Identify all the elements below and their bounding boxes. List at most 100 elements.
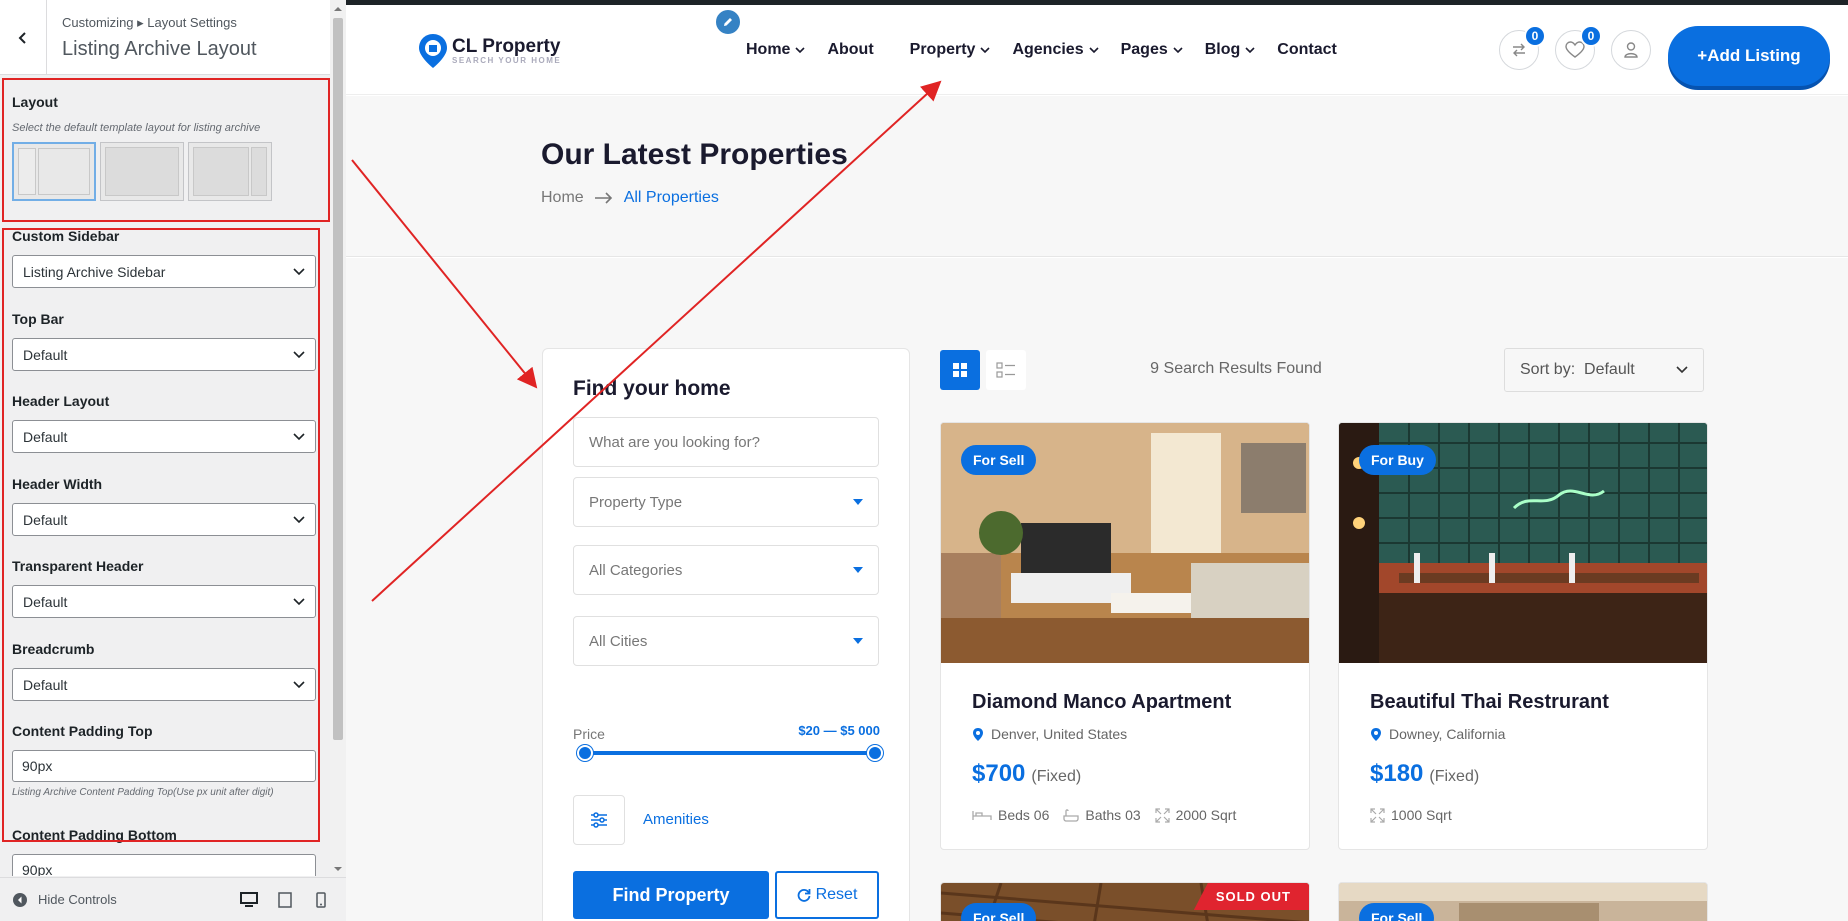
customizer-scrollbar[interactable] bbox=[330, 0, 346, 877]
breadcrumb: Home All Properties bbox=[541, 189, 719, 207]
chevron-down-icon bbox=[1173, 46, 1183, 53]
transparent-header-select[interactable]: Default bbox=[12, 585, 316, 618]
breadcrumb-home-link[interactable]: Home bbox=[541, 189, 584, 207]
baths-text: Baths 03 bbox=[1085, 807, 1141, 823]
nav-item-property[interactable]: Property bbox=[910, 41, 991, 59]
nav-item-contact[interactable]: Contact bbox=[1277, 41, 1337, 59]
bath-icon bbox=[1063, 809, 1080, 822]
collapse-arrow-icon bbox=[13, 892, 27, 907]
nav-item-blog[interactable]: Blog bbox=[1205, 41, 1256, 59]
grid-view-button[interactable] bbox=[940, 350, 980, 390]
layout-option-no-sidebar[interactable] bbox=[100, 142, 184, 201]
price-slider-max-handle[interactable] bbox=[867, 745, 883, 761]
nav-label: Blog bbox=[1204, 41, 1241, 58]
wishlist-button[interactable]: 0 bbox=[1555, 25, 1602, 70]
caret-down-icon bbox=[853, 499, 863, 505]
add-listing-button[interactable]: +Add Listing bbox=[1668, 26, 1830, 86]
nav-label: Contact bbox=[1277, 41, 1337, 58]
list-view-button[interactable] bbox=[986, 350, 1026, 390]
nav-item-about[interactable]: About bbox=[827, 41, 873, 59]
result-count: 9 Search Results Found bbox=[1150, 360, 1322, 377]
amenities-toggle-button[interactable] bbox=[573, 795, 625, 845]
property-image-interior[interactable]: For Sell bbox=[1339, 883, 1707, 921]
property-card[interactable]: For Sell bbox=[1338, 882, 1708, 921]
categories-select[interactable]: All Categories bbox=[573, 545, 879, 595]
nav-item-pages[interactable]: Pages bbox=[1121, 41, 1183, 59]
scrollbar-thumb[interactable] bbox=[333, 18, 343, 740]
breadcrumb-select[interactable]: Default bbox=[12, 668, 316, 701]
listing-status-tag: For Sell bbox=[1359, 903, 1435, 921]
transparent-header-label: Transparent Header bbox=[12, 558, 144, 574]
header-width-select[interactable]: Default bbox=[12, 503, 316, 536]
area-meta: 2000 Sqrt bbox=[1155, 807, 1236, 823]
content-padding-top-description: Listing Archive Content Padding Top(Use … bbox=[12, 787, 274, 798]
custom-sidebar-select[interactable]: Listing Archive Sidebar bbox=[12, 255, 316, 288]
layout-option-full-width[interactable] bbox=[12, 142, 96, 201]
caret-down-icon bbox=[853, 638, 863, 644]
tablet-preview-button[interactable] bbox=[270, 885, 300, 915]
sort-value: Default bbox=[1584, 361, 1635, 378]
chevron-down-icon bbox=[1245, 46, 1255, 53]
cities-select[interactable]: All Cities bbox=[573, 616, 879, 666]
layout-option-right-sidebar[interactable] bbox=[188, 142, 272, 201]
edit-shortcut-button[interactable] bbox=[714, 8, 742, 36]
property-meta: Beds 06 Baths 03 2000 Sqrt bbox=[972, 807, 1236, 823]
page-title: Our Latest Properties bbox=[541, 138, 848, 171]
mobile-icon bbox=[316, 891, 326, 908]
amenities-link[interactable]: Amenities bbox=[643, 811, 709, 828]
property-card[interactable]: For Buy Beautiful Thai Restrurant Downey… bbox=[1338, 422, 1708, 850]
mobile-preview-button[interactable] bbox=[306, 885, 336, 915]
tablet-icon bbox=[278, 891, 292, 908]
property-card[interactable]: For Sell SOLD OUT bbox=[940, 882, 1310, 921]
property-meta: 1000 Sqrt bbox=[1370, 807, 1452, 823]
property-image-restaurant[interactable]: For Buy bbox=[1339, 423, 1707, 663]
baths-meta: Baths 03 bbox=[1063, 807, 1141, 823]
property-price: $700 (Fixed) bbox=[972, 760, 1081, 788]
hide-controls-button[interactable]: Hide Controls bbox=[12, 892, 117, 908]
map-pin-logo-icon bbox=[419, 34, 447, 68]
user-icon bbox=[1624, 42, 1638, 58]
compare-button[interactable]: 0 bbox=[1499, 25, 1546, 70]
sort-select[interactable]: Sort by: Default bbox=[1504, 348, 1704, 392]
transparent-header-value: Default bbox=[23, 593, 68, 610]
property-image-living-room[interactable]: For Sell bbox=[941, 423, 1309, 663]
expand-area-icon bbox=[1155, 807, 1170, 823]
nav-item-agencies[interactable]: Agencies bbox=[1012, 41, 1099, 59]
desktop-preview-button[interactable] bbox=[234, 885, 264, 915]
heart-icon bbox=[1565, 41, 1585, 58]
nav-label: Pages bbox=[1120, 41, 1168, 58]
nav-label: Property bbox=[909, 41, 976, 58]
price-type: (Fixed) bbox=[1031, 768, 1082, 785]
content-padding-bottom-input[interactable]: 90px bbox=[12, 854, 316, 876]
site-logo[interactable]: CL Property SEARCH YOUR HOME bbox=[418, 33, 561, 69]
sort-label: Sort by: bbox=[1520, 361, 1576, 378]
property-card[interactable]: For Sell Diamond Manco Apartment Denver,… bbox=[940, 422, 1310, 850]
nav-item-home[interactable]: Home bbox=[746, 41, 806, 59]
reset-button[interactable]: Reset bbox=[775, 871, 879, 919]
area-text: 1000 Sqrt bbox=[1391, 807, 1452, 823]
property-title[interactable]: Beautiful Thai Restrurant bbox=[1370, 691, 1609, 714]
top-bar-select[interactable]: Default bbox=[12, 338, 316, 371]
content-padding-top-input[interactable]: 90px bbox=[12, 750, 316, 782]
property-type-select[interactable]: Property Type bbox=[573, 477, 879, 527]
breadcrumb-value: Default bbox=[23, 676, 68, 693]
property-title[interactable]: Diamond Manco Apartment bbox=[972, 691, 1231, 714]
top-bar-label: Top Bar bbox=[12, 311, 64, 327]
page-title-area: Our Latest Properties Home All Propertie… bbox=[346, 96, 1848, 257]
custom-sidebar-value: Listing Archive Sidebar bbox=[23, 263, 166, 280]
keyword-search-input[interactable]: What are you looking for? bbox=[573, 417, 879, 467]
account-button[interactable] bbox=[1611, 30, 1651, 70]
wishlist-count-badge: 0 bbox=[1580, 25, 1602, 47]
property-image-wood-ceiling[interactable]: For Sell SOLD OUT bbox=[941, 883, 1309, 921]
back-button[interactable] bbox=[0, 0, 47, 75]
header-layout-select[interactable]: Default bbox=[12, 420, 316, 453]
location-text: Denver, United States bbox=[991, 726, 1128, 742]
price-slider-min-handle[interactable] bbox=[577, 745, 593, 761]
header-layout-label: Header Layout bbox=[12, 393, 110, 409]
price-label: Price bbox=[573, 726, 605, 742]
price-slider-track[interactable] bbox=[585, 751, 875, 755]
scroll-down-icon bbox=[334, 867, 342, 871]
price-type: (Fixed) bbox=[1429, 768, 1480, 785]
find-property-button[interactable]: Find Property bbox=[573, 871, 769, 919]
grid-icon bbox=[953, 363, 967, 377]
